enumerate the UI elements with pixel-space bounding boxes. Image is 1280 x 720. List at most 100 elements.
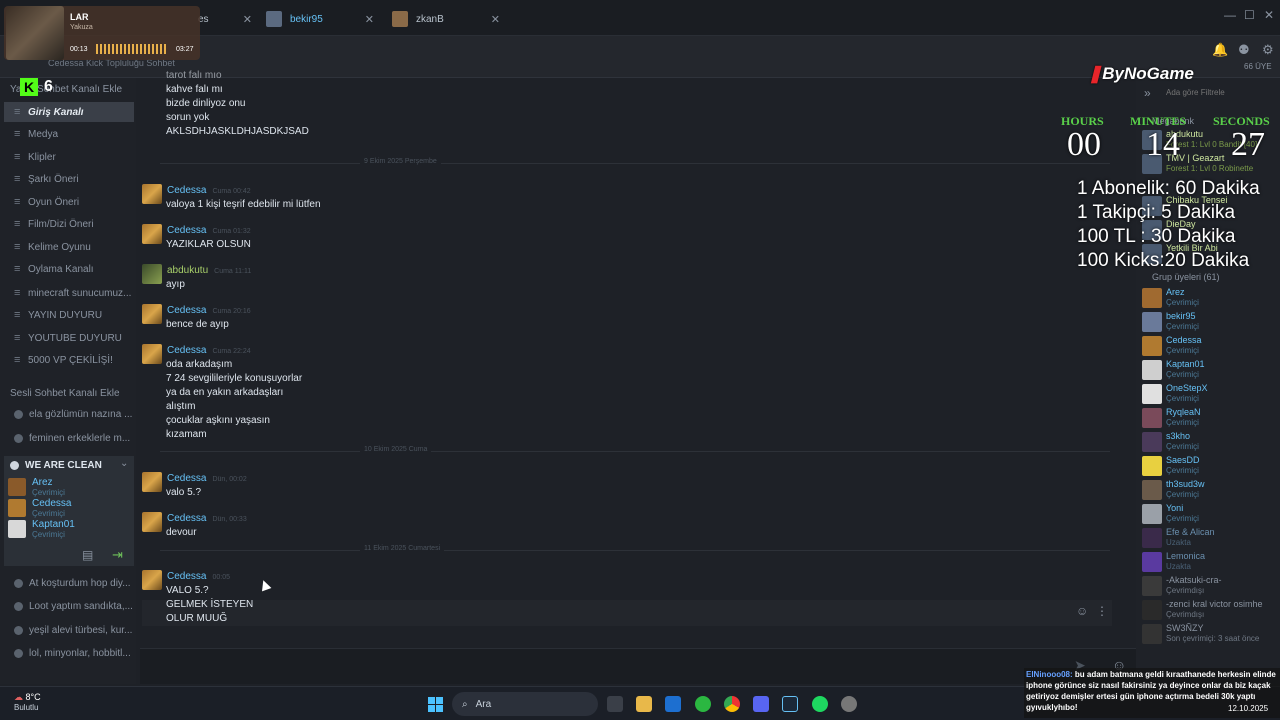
gear-icon[interactable]: ⚙ <box>1262 42 1274 58</box>
voice-channel-item[interactable]: ela gözlümün nazına ... <box>4 404 134 424</box>
message-author[interactable]: Cedessa Cuma 20:16 <box>167 305 251 316</box>
group-member[interactable]: -Akatsuki-cra- Çevrimdışı <box>1142 574 1278 598</box>
bell-icon[interactable]: 🔔 <box>1212 42 1228 58</box>
steam-icon[interactable] <box>782 696 798 712</box>
tab-1[interactable]: bekir95 ✕ <box>256 6 382 32</box>
group-member[interactable]: Lemonica Uzakta <box>1142 550 1278 574</box>
group-member[interactable]: s3kho Çevrimiçi <box>1142 430 1278 454</box>
tab-label: zkanB <box>416 13 444 25</box>
member-search-input[interactable] <box>1166 84 1276 100</box>
tab-2[interactable]: zkanB ✕ <box>382 6 508 32</box>
chrome-icon[interactable] <box>724 696 740 712</box>
member-name: SaesDD <box>1166 455 1200 465</box>
whatsapp-icon[interactable] <box>695 696 711 712</box>
weather-widget[interactable]: ☁ 8°C Bulutlu <box>14 692 41 712</box>
message-input[interactable] <box>140 653 1070 681</box>
author-name: Cedessa <box>167 473 207 484</box>
close-icon[interactable]: ✕ <box>243 13 252 26</box>
message-author[interactable]: Cedessa Cuma 01:32 <box>167 225 251 236</box>
channel-item[interactable]: ≡ Medya <box>4 124 134 144</box>
voice-member[interactable]: Kaptan01 Çevrimiçi <box>8 518 128 539</box>
group-member[interactable]: Kaptan01 Çevrimiçi <box>1142 358 1278 382</box>
voice-channel-item[interactable]: yeşil alevi türbesi, kur... <box>4 620 134 640</box>
taskbar-search[interactable]: ⌕ Ara <box>452 692 598 716</box>
message-line: kahve falı mı <box>166 84 223 95</box>
message-author[interactable]: Cedessa Dün, 00:02 <box>167 473 247 484</box>
channel-item[interactable]: ≡ Kelime Oyunu <box>4 237 134 257</box>
group-member[interactable]: SW3ÑZY Son çevrimiçi: 3 saat önce <box>1142 622 1278 646</box>
maximize-icon[interactable]: ☐ <box>1244 8 1255 22</box>
group-member[interactable]: bekir95 Çevrimiçi <box>1142 310 1278 334</box>
close-icon[interactable]: ✕ <box>365 13 374 26</box>
member-status: Çevrimiçi <box>32 488 65 497</box>
avatar[interactable] <box>142 570 162 590</box>
close-window-icon[interactable]: ✕ <box>1264 8 1274 22</box>
minimize-icon[interactable]: — <box>1224 8 1236 22</box>
channel-item[interactable]: ≡ 5000 VP ÇEKİLİŞİ! <box>4 350 134 370</box>
windows-start-icon[interactable] <box>428 697 443 712</box>
channel-item[interactable]: ≡ Oyun Öneri <box>4 192 134 212</box>
message-author[interactable]: Cedessa Cuma 00:42 <box>167 185 251 196</box>
voice-member[interactable]: Cedessa Çevrimiçi <box>8 497 128 518</box>
emoji-react-icon[interactable]: ☺ <box>1076 604 1088 618</box>
channel-item[interactable]: ≡ YOUTUBE DUYURU <box>4 328 134 348</box>
hash-icon: ≡ <box>14 287 21 299</box>
voice-channel-item[interactable]: At koşturdum hop diy... <box>4 573 134 593</box>
message-author[interactable]: Cedessa Cuma 22:24 <box>167 345 251 356</box>
outlook-icon[interactable] <box>665 696 681 712</box>
avatar[interactable] <box>142 472 162 492</box>
channel-item[interactable]: ≡ Giriş Kanalı <box>4 102 134 122</box>
waveform <box>96 44 168 54</box>
task-view-icon[interactable] <box>607 696 623 712</box>
group-member[interactable]: Arez Çevrimiçi <box>1142 286 1278 310</box>
channel-item[interactable]: ≡ Klipler <box>4 147 134 167</box>
channel-item[interactable]: ≡ minecraft sunucumuz... <box>4 283 134 303</box>
voice-channel-item[interactable]: feminen erkeklerle m... <box>4 428 134 448</box>
chevron-down-icon[interactable]: ⌄ <box>120 458 128 469</box>
note-icon[interactable]: ▤ <box>82 548 93 562</box>
group-member[interactable]: RyqleaN Çevrimiçi <box>1142 406 1278 430</box>
leave-voice-icon[interactable]: ⇥ <box>112 547 123 563</box>
voice-member[interactable]: Arez Çevrimiçi <box>8 476 128 497</box>
channel-item[interactable]: ≡ Şarkı Öneri <box>4 169 134 189</box>
group-member[interactable]: Cedessa Çevrimiçi <box>1142 334 1278 358</box>
hash-icon: ≡ <box>14 128 21 140</box>
voice-channel-add[interactable]: Sesli Sohbet Kanalı Ekle <box>10 388 120 399</box>
message-author[interactable]: Cedessa Dün, 00:33 <box>167 513 247 524</box>
kick-count: 6 <box>44 78 53 95</box>
message-timestamp: Cuma 11:11 <box>214 268 252 275</box>
time-total: 03:27 <box>176 46 194 53</box>
group-member[interactable]: Yoni Çevrimiçi <box>1142 502 1278 526</box>
group-member[interactable]: SaesDD Çevrimiçi <box>1142 454 1278 478</box>
voice-channel-item[interactable]: lol, minyonlar, hobbitl... <box>4 643 134 663</box>
avatar <box>1142 288 1162 308</box>
discord-icon[interactable] <box>753 696 769 712</box>
avatar[interactable] <box>142 304 162 324</box>
avatar[interactable] <box>142 264 162 284</box>
member-name: Kaptan01 <box>1166 359 1205 369</box>
group-member[interactable]: OneStepX Çevrimiçi <box>1142 382 1278 406</box>
close-icon[interactable]: ✕ <box>491 13 500 26</box>
avatar[interactable] <box>142 344 162 364</box>
app-icon[interactable] <box>841 696 857 712</box>
channel-item[interactable]: ≡ YAYIN DUYURU <box>4 305 134 325</box>
avatar[interactable] <box>142 224 162 244</box>
add-friend-icon[interactable]: ⚉ <box>1238 42 1250 58</box>
more-options-icon[interactable]: ⋮ <box>1096 604 1108 618</box>
voice-channel-item[interactable]: Loot yaptım sandıkta,... <box>4 596 134 616</box>
file-explorer-icon[interactable] <box>636 696 652 712</box>
avatar[interactable] <box>142 512 162 532</box>
collapse-icon[interactable]: » <box>1144 86 1151 100</box>
channel-label: Klipler <box>28 151 56 163</box>
channel-item[interactable]: ≡ Oylama Kanalı <box>4 259 134 279</box>
group-member[interactable]: th3sud3w Çevrimiçi <box>1142 478 1278 502</box>
group-member[interactable]: -zenci kral victor osimhe Çevrimdışı <box>1142 598 1278 622</box>
spotify-icon[interactable] <box>812 696 828 712</box>
message-author[interactable]: Cedessa 00:05 <box>167 571 230 582</box>
taskbar-date: 12.10.2025 <box>1228 704 1269 713</box>
channel-item[interactable]: ≡ Film/Dizi Öneri <box>4 214 134 234</box>
group-member[interactable]: Efe & Alican Uzakta <box>1142 526 1278 550</box>
avatar[interactable] <box>142 184 162 204</box>
message-author[interactable]: abdukutu Cuma 11:11 <box>167 265 251 276</box>
avatar <box>1142 504 1162 524</box>
